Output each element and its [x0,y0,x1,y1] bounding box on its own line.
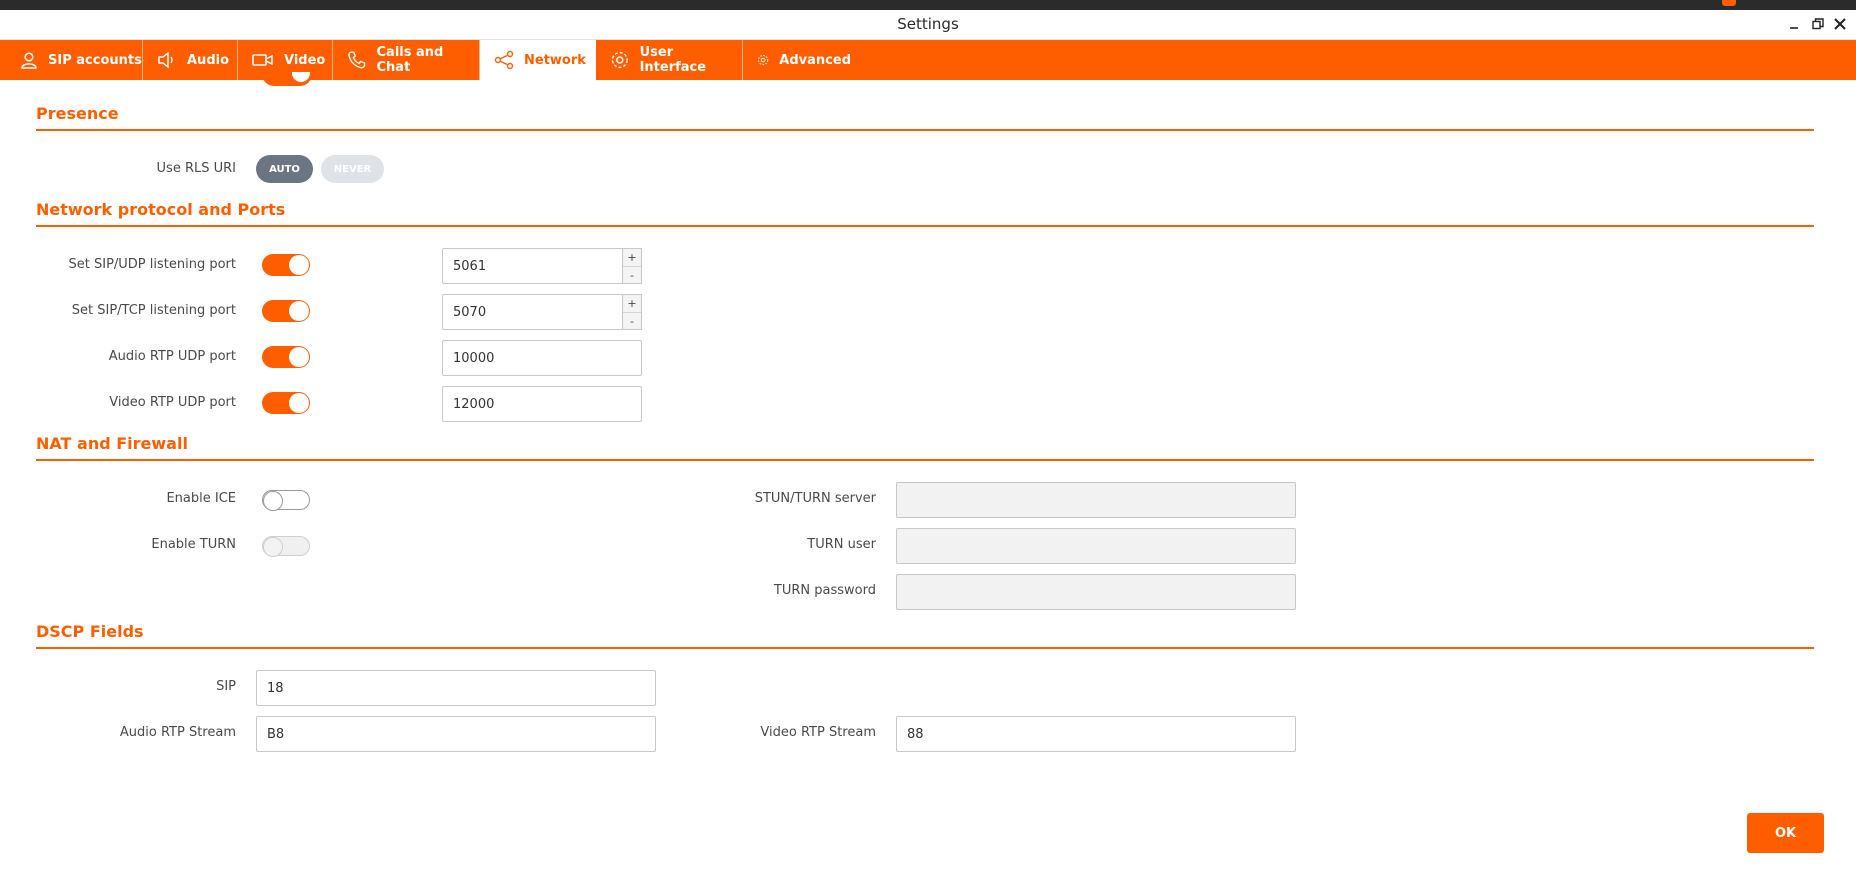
tab-audio[interactable]: Audio [143,40,238,80]
scrolled-toggle-partial [262,72,312,86]
rls-never-button[interactable]: NEVER [321,155,384,183]
dscp-sip-input[interactable]: 18 [256,670,656,706]
tab-label: Audio [187,52,230,68]
ok-button[interactable]: OK [1747,813,1824,853]
turn-user-input[interactable] [896,528,1296,564]
rls-uri-label: Use RLS URI [156,161,236,176]
dscp-sip-label: SIP [216,679,236,694]
audio-rtp-port-label: Audio RTP UDP port [108,349,236,364]
share-icon [494,50,514,70]
tab-label: Calls and Chat [376,45,444,75]
enable-turn-toggle[interactable] [262,536,310,557]
tab-calls-and-chat[interactable]: Calls and Chat [333,40,480,80]
video-rtp-port-toggle[interactable] [262,392,310,414]
section-divider [36,129,1814,131]
sip-udp-port-toggle[interactable] [262,254,310,276]
tray-indicator [1722,0,1736,6]
tab-label: Network [524,52,586,68]
tab-network[interactable]: Network [480,40,596,80]
dscp-section-title: DSCP Fields [36,622,144,641]
tab-advanced[interactable]: Advanced [743,40,851,80]
spin-down-button[interactable]: - [623,312,641,329]
minimize-button[interactable] [1784,14,1804,34]
window-title: Settings [897,15,959,33]
enable-ice-label: Enable ICE [166,491,236,506]
minimize-icon [1790,27,1798,29]
enable-ice-toggle[interactable] [262,490,310,511]
maximize-button[interactable] [1808,14,1828,34]
video-rtp-port-input[interactable]: 12000 [442,386,642,422]
turn-user-label: TURN user [807,537,876,552]
stun-server-label: STUN/TURN server [754,491,876,506]
section-divider [36,459,1814,461]
phone-icon [348,51,366,69]
dscp-audio-label: Audio RTP Stream [119,725,236,740]
restore-icon [1812,18,1824,30]
tab-user-interface[interactable]: User Interface [596,40,743,80]
turn-password-label: TURN password [773,583,876,598]
rls-auto-button[interactable]: AUTO [256,155,313,183]
dscp-audio-input[interactable]: B8 [256,716,656,752]
close-icon [1834,18,1846,30]
tab-sip-accounts[interactable]: SIP accounts [6,40,143,80]
network-section-title: Network protocol and Ports [36,200,286,219]
sip-udp-port-spinner[interactable]: + - [622,248,642,284]
speaker-icon [158,51,173,69]
sip-udp-port-label: Set SIP/UDP listening port [68,257,237,272]
sip-tcp-port-input[interactable]: 5070 [442,294,624,330]
stun-server-input[interactable] [896,482,1296,518]
sip-tcp-port-label: Set SIP/TCP listening port [71,303,236,318]
spin-up-button[interactable]: + [623,295,641,312]
close-button[interactable] [1830,14,1850,34]
nat-section-title: NAT and Firewall [36,434,188,453]
presence-section-title: Presence [36,104,119,123]
window-titlebar: Settings [0,10,1856,40]
dscp-video-label: Video RTP Stream [760,725,876,740]
tab-label: Video [284,52,326,68]
spin-up-button[interactable]: + [623,249,641,266]
turn-password-input[interactable] [896,574,1296,610]
audio-rtp-port-input[interactable]: 10000 [442,340,642,376]
spin-down-button[interactable]: - [623,266,641,283]
enable-turn-label: Enable TURN [151,537,236,552]
sip-udp-port-input[interactable]: 5061 [442,248,624,284]
system-top-strip [0,0,1856,10]
section-divider [36,647,1814,649]
sip-tcp-port-spinner[interactable]: + - [622,294,642,330]
video-rtp-port-label: Video RTP UDP port [109,395,236,410]
dscp-video-input[interactable]: 88 [896,716,1296,752]
sip-tcp-port-toggle[interactable] [262,300,310,322]
user-icon [21,52,37,69]
audio-rtp-port-toggle[interactable] [262,346,310,368]
tab-label: User Interface [639,45,707,75]
section-divider [36,225,1814,227]
camera-icon [252,54,273,66]
tab-label: SIP accounts [48,52,142,68]
tab-label: Advanced [779,52,851,68]
gear-icon [611,51,628,69]
gear-icon [758,54,769,66]
